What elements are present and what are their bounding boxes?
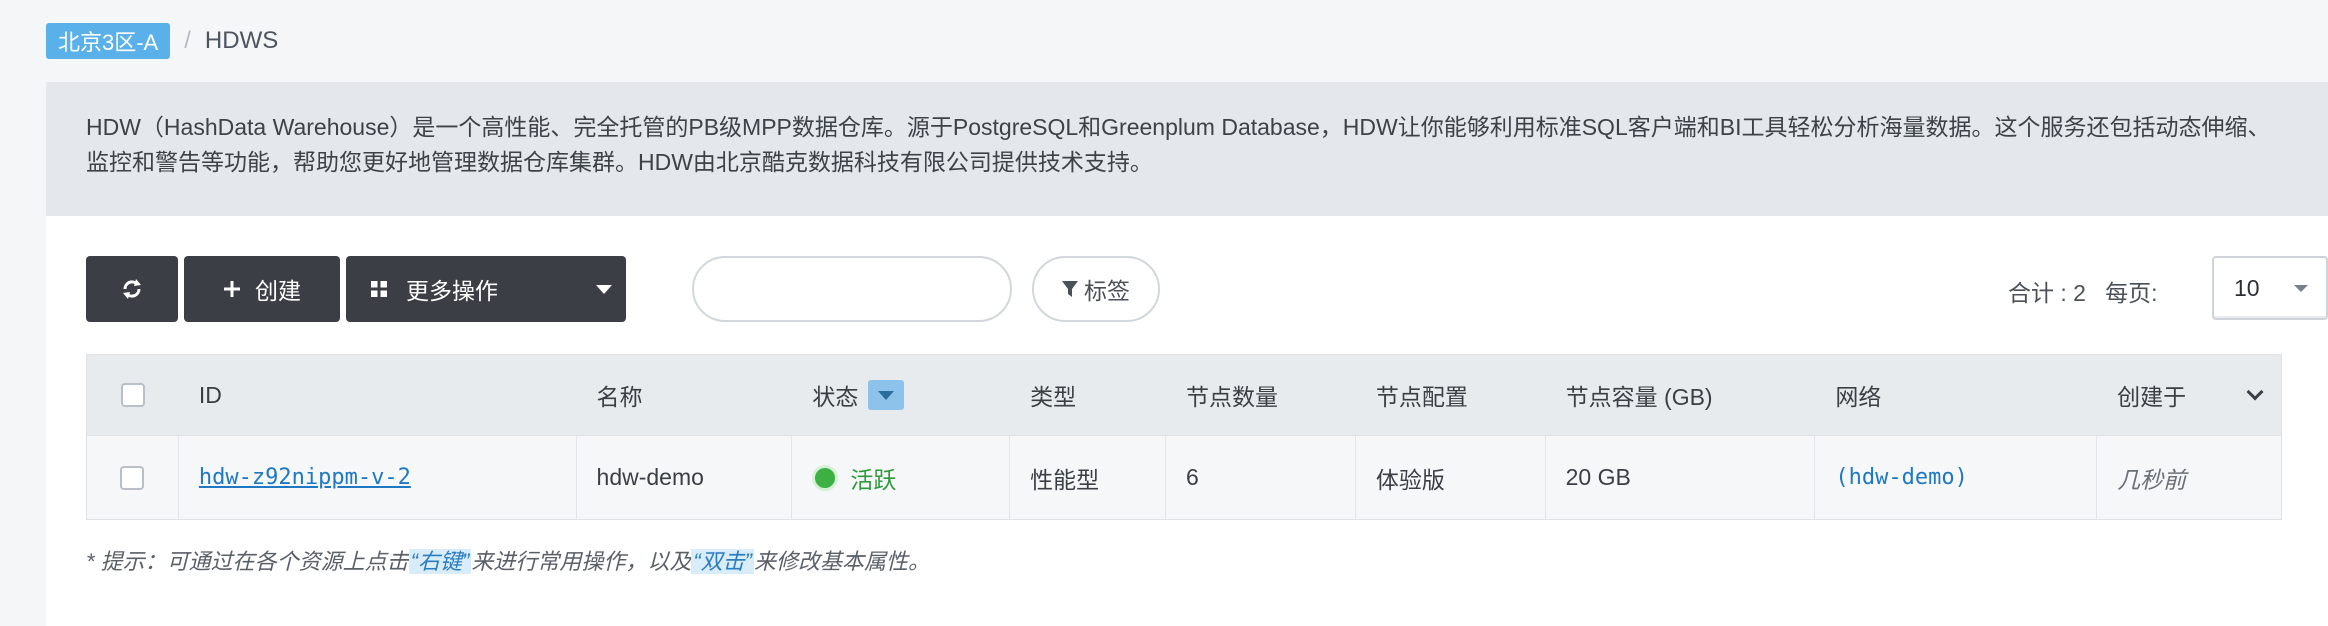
triangle-down-icon (878, 390, 895, 400)
toolbar: 创建 更多操作 (86, 256, 626, 322)
status-filter-toggle[interactable] (868, 380, 905, 410)
row-checkbox[interactable] (120, 465, 145, 490)
filter-icon (1062, 280, 1078, 298)
breadcrumb: 北京3区-A / HDWS (46, 22, 278, 60)
column-header-node-count[interactable]: 节点数量 (1166, 355, 1356, 435)
create-button[interactable]: 创建 (184, 256, 340, 322)
column-header-type[interactable]: 类型 (1010, 355, 1166, 435)
service-description: HDW（HashData Warehouse）是一个高性能、完全托管的PB级MP… (46, 82, 2328, 216)
column-header-id[interactable]: ID (179, 355, 577, 435)
hint-middle: 来进行常用操作，以及 (471, 549, 692, 574)
row-created-cell: 几秒前 (2097, 436, 2281, 519)
zone-badge[interactable]: 北京3区-A (46, 23, 171, 59)
column-header-status-label: 状态 (812, 384, 859, 410)
hint-double-click: “双击” (691, 549, 755, 574)
search-input[interactable] (692, 256, 1012, 322)
more-actions-label: 更多操作 (406, 278, 498, 304)
column-header-created: 创建于 (2097, 355, 2281, 435)
column-header-status: 状态 (792, 355, 1010, 435)
total-count: 合计 : 2 (2008, 280, 2086, 306)
hint-right-click: “右键” (408, 549, 472, 574)
row-node-config: 体验版 (1356, 436, 1546, 519)
create-label: 创建 (255, 278, 301, 304)
row-node-count: 6 (1166, 436, 1356, 519)
main-panel: HDW（HashData Warehouse）是一个高性能、完全托管的PB级MP… (46, 82, 2328, 626)
row-network-cell: (hdw-demo) (1815, 436, 2098, 519)
row-type: 性能型 (1010, 436, 1166, 519)
tag-filter-button[interactable]: 标签 (1032, 256, 1160, 322)
row-name: hdw-demo (577, 436, 793, 519)
row-node-capacity: 20 GB (1546, 436, 1816, 519)
page-size-select[interactable]: 10 (2212, 256, 2328, 320)
hint-suffix: 来修改基本属性。 (754, 549, 931, 574)
per-page-label: 每页: (2105, 280, 2158, 306)
tag-filter-label: 标签 (1084, 278, 1130, 304)
column-header-node-config[interactable]: 节点配置 (1356, 355, 1546, 435)
column-header-network[interactable]: 网络 (1815, 355, 2097, 435)
select-all-cell (87, 355, 179, 435)
cluster-table: ID 名称 状态 类型 节点数量 节点配置 节点容量 (GB) 网络 创建于 h… (86, 354, 2282, 520)
breadcrumb-current: HDWS (204, 27, 279, 54)
grid-icon (370, 280, 388, 298)
page: 北京3区-A / HDWS HDW（HashData Warehouse）是一个… (0, 0, 2328, 626)
row-select-cell (87, 436, 179, 519)
hint-prefix: * 提示：可通过在各个资源上点击 (86, 549, 409, 574)
column-header-node-capacity[interactable]: 节点容量 (GB) (1546, 355, 1816, 435)
refresh-button[interactable] (86, 256, 178, 322)
refresh-icon (121, 278, 143, 300)
status-active-icon (812, 464, 839, 491)
row-id-cell: hdw-z92nippm-v-2 (179, 436, 577, 519)
page-size-value: 10 (2234, 274, 2260, 301)
select-all-checkbox[interactable] (120, 383, 145, 407)
caret-down-icon (2294, 284, 2308, 292)
table-header: ID 名称 状态 类型 节点数量 节点配置 节点容量 (GB) 网络 创建于 (87, 355, 2281, 435)
plus-icon (223, 280, 241, 298)
network-link[interactable]: (hdw-demo) (1835, 465, 1967, 490)
row-status-label: 活跃 (850, 466, 897, 493)
chevron-down-icon[interactable] (2246, 383, 2264, 401)
caret-down-icon (596, 284, 612, 294)
pagination-info: 合计 : 2 每页: (2008, 274, 2158, 308)
column-header-name[interactable]: 名称 (577, 355, 793, 435)
row-status: 活跃 (792, 436, 1011, 519)
column-header-created-label: 创建于 (2117, 384, 2187, 410)
breadcrumb-separator: / (184, 27, 191, 54)
usage-hint: * 提示：可通过在各个资源上点击“右键”来进行常用操作，以及“双击”来修改基本属… (86, 544, 930, 576)
cluster-id-link[interactable]: hdw-z92nippm-v-2 (199, 465, 411, 490)
row-created: 几秒前 (2117, 466, 2187, 493)
more-actions-dropdown[interactable]: 更多操作 (346, 256, 626, 322)
table-row[interactable]: hdw-z92nippm-v-2 hdw-demo 活跃 性能型 6 体验版 2… (87, 435, 2281, 519)
